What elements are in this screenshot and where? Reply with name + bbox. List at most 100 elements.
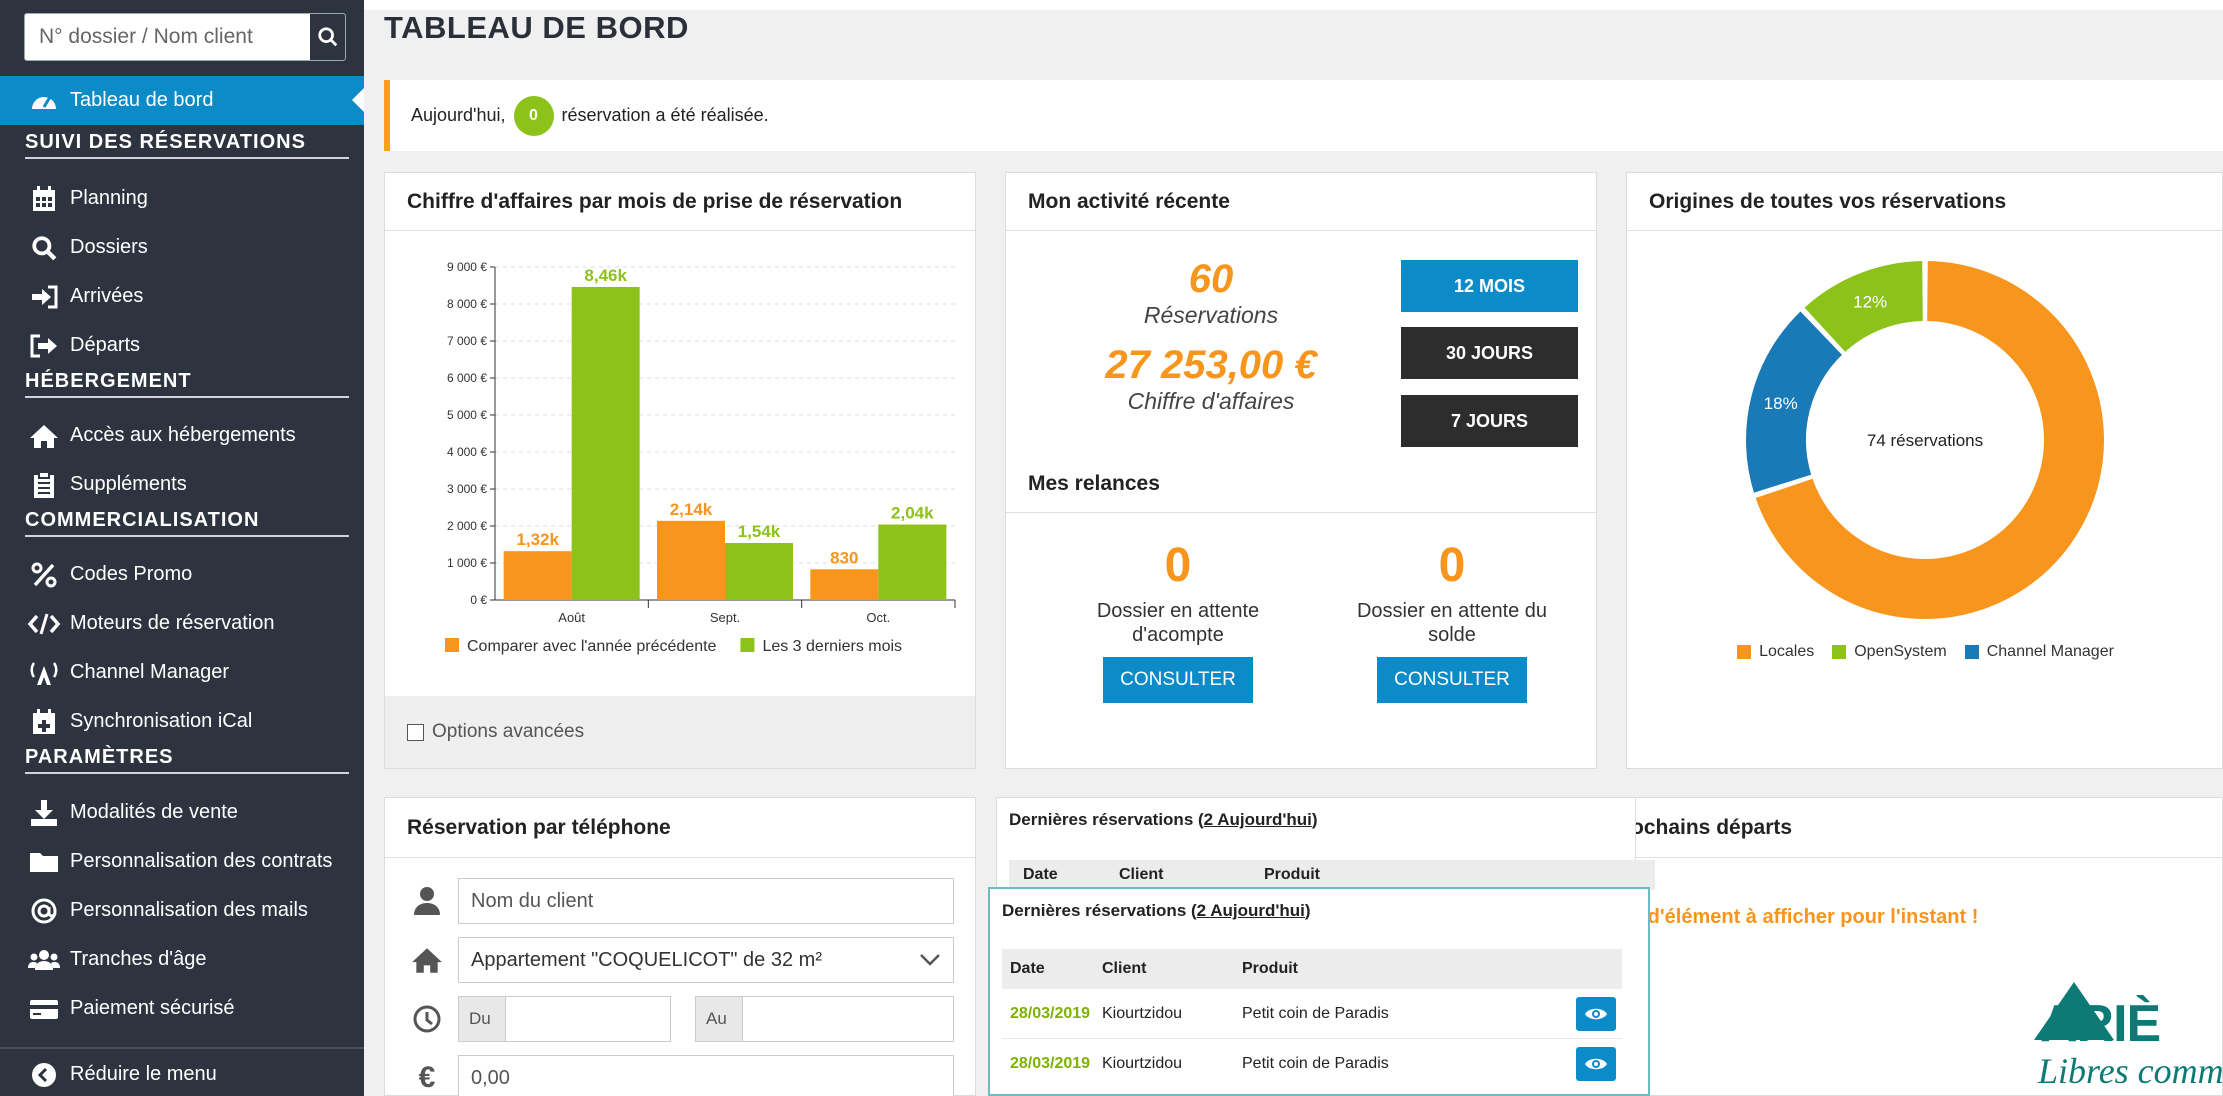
relance-label: Dossier en attente du solde [1356,600,1548,646]
sidebar-item-mails[interactable]: Personnalisation des mails [0,886,364,935]
alert-text: réservation a été réalisée. [561,105,769,125]
sidebar-item-acces[interactable]: Accès aux hébergements [0,411,364,460]
consult-deposit-button[interactable]: CONSULTER [1103,657,1253,703]
top-bar [364,0,2223,10]
sidebar-item-modalites[interactable]: Modalités de vente [0,788,364,837]
sidebar-item-contrats[interactable]: Personnalisation des contrats [0,837,364,886]
period-7-days-button[interactable]: 7 JOURS [1401,395,1578,447]
sidebar-item-dashboard[interactable]: Tableau de bord [0,76,364,125]
data-label: 1,54k [738,522,781,541]
table-header: Date Client Produit [1002,949,1622,989]
sidebar-item-paiement[interactable]: Paiement sécurisé [0,984,364,1033]
chevron-left-icon [32,1062,56,1087]
slice-label: 70% [2069,548,2103,567]
card-title: ochains départs [1627,798,2222,858]
search-button[interactable] [310,14,345,60]
options-checkbox[interactable] [407,723,424,741]
data-label: 1,32k [516,530,559,549]
sidebar-item-departs[interactable]: Départs [0,321,364,370]
percent-icon [31,562,57,587]
sidebar-item-label: Tranches d'âge [70,948,207,970]
period-30-days-button[interactable]: 30 JOURS [1401,327,1578,379]
relances-title: Mes relances [1006,455,1596,513]
search-box [24,13,346,61]
sidebar-item-codes-promo[interactable]: Codes Promo [0,550,364,599]
legend-swatch [445,638,459,652]
today-link[interactable]: 2 Aujourd'hui [1197,901,1305,920]
legend-label: Les 3 derniers mois [762,638,902,655]
y-tick-label: 9 000 € [447,260,487,274]
clipboard-icon [34,470,54,498]
sidebar-item-channel-manager[interactable]: Channel Manager [0,648,364,697]
legend-swatch [740,638,755,652]
donut-legend: Locales OpenSystem Channel Manager [1627,643,2223,661]
view-button[interactable] [1576,1047,1616,1081]
y-tick-label: 8 000 € [447,297,487,311]
relance-balance: 0 Dossier en attente du solde CONSULTER [1332,538,1572,703]
sidebar-item-label: Dossiers [70,236,148,258]
revenue-card: Chiffre d'affaires par mois de prise de … [384,172,976,769]
sidebar-item-dossiers[interactable]: Dossiers [0,223,364,272]
to-label: Au [695,996,743,1042]
revenue-total: 27 253,00 € [1105,343,1317,387]
relance-count: 0 [1438,539,1466,592]
advanced-options[interactable]: Options avancées [385,696,975,768]
sidebar-item-arrivees[interactable]: Arrivées [0,272,364,321]
sidebar-item-label: Départs [70,334,141,356]
lodging-select[interactable]: Appartement "COQUELICOT" de 32 m² [458,937,954,983]
bar [878,524,947,600]
y-tick-label: 1 000 € [447,556,487,570]
bar [657,520,725,600]
sidebar-item-label: Codes Promo [70,563,193,585]
card-title: Mon activité récente [1006,173,1596,231]
code-icon [28,613,60,634]
legend-label: Comparer avec l'année précédente [467,638,717,655]
slice-label: 18% [1764,394,1798,413]
sidebar-item-ical[interactable]: Synchronisation iCal [0,697,364,746]
card-title: Origines de toutes vos réservations [1627,173,2222,231]
sign-out-icon [30,334,57,357]
view-button[interactable] [1576,996,1616,1031]
bar [571,286,640,600]
section-title: HÉBERGEMENT [25,370,349,398]
relance-count: 0 [1164,539,1192,592]
bar [503,551,572,600]
card-title: Chiffre d'affaires par mois de prise de … [385,173,975,231]
clock-icon [413,1005,441,1033]
sidebar-item-tranches[interactable]: Tranches d'âge [0,935,364,984]
from-label: Du [458,996,506,1042]
at-icon [31,898,57,923]
sidebar-item-label: Modalités de vente [70,801,238,823]
amount-input[interactable]: 0,00 [458,1055,954,1096]
data-label: 2,14k [670,500,713,519]
broadcast-icon [30,661,58,685]
latest-reservations-panel: Dernières réservations (2 Aujourd'hui) D… [988,887,1650,1096]
client-name-input[interactable]: Nom du client [458,878,954,924]
today-link[interactable]: 2 Aujourd'hui [1204,810,1312,829]
sidebar-item-label: Moteurs de réservation [70,612,275,634]
brand-logo: ARIÈ Libres comme [2024,980,2223,1096]
sidebar-item-supplements[interactable]: Suppléments [0,460,364,509]
activity-stats: 60 Réservations 27 253,00 € Chiffre d'af… [1036,257,1386,415]
section-title: COMMERCIALISATION [25,509,349,537]
period-12-months-button[interactable]: 12 MOIS [1401,260,1578,312]
sidebar-item-moteurs[interactable]: Moteurs de réservation [0,599,364,648]
to-date-input[interactable] [742,996,954,1042]
divider [0,1047,364,1049]
calendar-plus-icon [33,708,55,734]
search-input[interactable] [25,14,310,60]
users-icon [28,949,60,970]
consult-balance-button[interactable]: CONSULTER [1377,657,1527,703]
from-date-input[interactable] [505,996,671,1042]
section-title: SUIVI DES RÉSERVATIONS [25,131,349,159]
bar [810,569,879,600]
relance-deposit: 0 Dossier en attente d'acompte CONSULTER [1058,538,1298,703]
sidebar-item-label: Channel Manager [70,661,229,683]
activity-card: Mon activité récente 60 Réservations 27 … [1005,172,1597,769]
sidebar-item-label: Tableau de bord [70,89,214,111]
sidebar-item-planning[interactable]: Planning [0,174,364,223]
y-tick-label: 2 000 € [447,519,487,533]
page-title: TABLEAU DE BORD [384,10,689,45]
lodging-value: Appartement "COQUELICOT" de 32 m² [471,948,822,971]
collapse-menu-button[interactable]: Réduire le menu [0,1050,364,1096]
